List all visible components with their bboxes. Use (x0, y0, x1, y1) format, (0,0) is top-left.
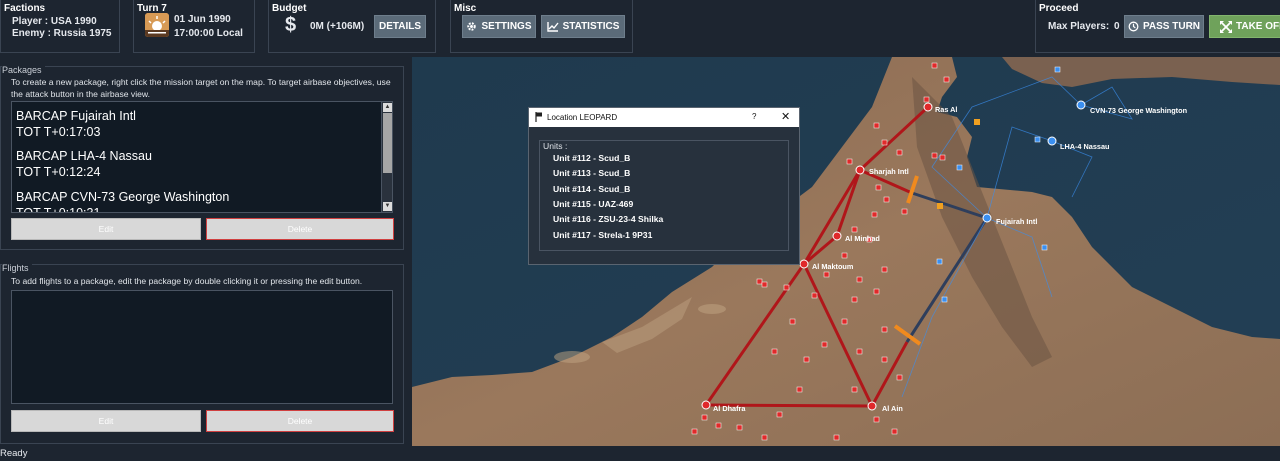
dollar-icon: $ (285, 14, 297, 36)
take-off-button[interactable]: TAKE OFF (1209, 15, 1280, 38)
airbase-al-ain[interactable] (867, 401, 877, 411)
flight-delete-button[interactable]: Delete (206, 410, 394, 432)
left-panel: Packages To create a new package, right … (0, 57, 410, 447)
flights-hint: To add flights to a package, edit the pa… (11, 276, 363, 286)
dialog-title: Location LEOPARD (547, 113, 618, 122)
max-players-value: 0 (1114, 21, 1120, 32)
top-bar: Factions Player : USA 1990 Enemy : Russi… (0, 0, 1280, 57)
label-al-minhad: Al Minhad (845, 234, 880, 243)
label-fujairah: Fujairah Intl (996, 217, 1037, 226)
packages-scrollbar[interactable]: ▲ ▼ (381, 102, 392, 212)
statistics-label: STATISTICS (562, 21, 620, 32)
airbase-fujairah[interactable] (982, 213, 992, 223)
label-cvn-73: CVN-73 George Washington (1090, 106, 1187, 115)
sunset-icon (145, 13, 169, 37)
unit-row: Unit #115 - UAZ-469 (553, 199, 634, 209)
carrier-cvn-73[interactable] (1076, 100, 1086, 110)
unit-row: Unit #112 - Scud_B (553, 153, 631, 163)
pass-turn-button[interactable]: PASS TURN (1124, 15, 1204, 38)
island (698, 304, 726, 314)
flights-list[interactable] (11, 290, 393, 404)
package-tot: TOT T+0:12:24 (16, 165, 101, 179)
flights-section: Flights To add flights to a package, edi… (0, 263, 404, 444)
factions-title: Factions (4, 3, 46, 14)
label-al-maktoum: Al Maktoum (812, 262, 854, 271)
scroll-thumb[interactable] (383, 113, 392, 173)
unit-row: Unit #116 - ZSU-23-4 Shilka (553, 214, 664, 224)
label-al-ain: Al Ain (882, 404, 903, 413)
turn-time: 17:00:00 Local (174, 28, 243, 39)
factions-group: Factions Player : USA 1990 Enemy : Russi… (0, 0, 120, 53)
budget-title: Budget (272, 3, 307, 14)
gear-icon (466, 21, 477, 32)
status-bar: Ready (0, 448, 28, 459)
packages-section: Packages To create a new package, right … (0, 65, 404, 250)
package-name: BARCAP CVN-73 George Washington (16, 190, 230, 204)
unit-row: Unit #113 - Scud_B (553, 168, 631, 178)
settings-button[interactable]: SETTINGS (462, 15, 536, 38)
flights-title: Flights (2, 263, 32, 273)
chart-icon (546, 21, 559, 32)
list-item[interactable]: BARCAP Fujairah Intl TOT T+0:17:03 (16, 108, 136, 140)
misc-title: Misc (454, 3, 477, 14)
island (554, 351, 590, 363)
airbase-al-maktoum[interactable] (799, 259, 809, 269)
packages-list[interactable]: BARCAP Fujairah Intl TOT T+0:17:03 BARCA… (11, 101, 393, 213)
scroll-down-icon[interactable]: ▼ (383, 202, 392, 211)
label-ras-al: Ras Al (935, 105, 957, 114)
takeoff-icon (1220, 20, 1232, 33)
flight-edit-button[interactable]: Edit (11, 410, 201, 432)
packages-hint: To create a new package, right click the… (11, 77, 391, 99)
scroll-up-icon[interactable]: ▲ (383, 103, 392, 112)
package-delete-button[interactable]: Delete (206, 218, 394, 240)
label-al-dhafra: Al Dhafra (713, 404, 746, 413)
unit-row: Unit #114 - Scud_B (553, 184, 631, 194)
take-off-label: TAKE OFF (1236, 21, 1280, 32)
statistics-button[interactable]: STATISTICS (541, 15, 625, 38)
turn-date: 01 Jun 1990 (174, 14, 231, 25)
units-title: Units : (543, 141, 568, 151)
label-lha-4: LHA-4 Nassau (1060, 142, 1109, 151)
edit-label: Edit (98, 416, 114, 426)
list-item[interactable]: BARCAP CVN-73 George Washington TOT T+0:… (16, 189, 230, 213)
airbase-sharjah[interactable] (855, 165, 865, 175)
help-icon[interactable]: ? (752, 112, 756, 121)
max-players-label: Max Players: (1048, 21, 1110, 32)
dialog-titlebar[interactable]: Location LEOPARD ? ✕ (529, 108, 799, 127)
close-icon[interactable]: ✕ (781, 110, 790, 123)
proceed-title: Proceed (1039, 3, 1079, 14)
settings-label: SETTINGS (481, 21, 532, 32)
packages-title: Packages (2, 65, 45, 75)
edit-label: Edit (98, 224, 114, 234)
enemy-faction: Enemy : Russia 1975 (12, 28, 112, 39)
list-item[interactable]: BARCAP LHA-4 Nassau TOT T+0:12:24 (16, 148, 152, 180)
package-name: BARCAP Fujairah Intl (16, 109, 136, 123)
delete-label: Delete (287, 416, 313, 426)
delete-label: Delete (287, 224, 313, 234)
package-tot: TOT T+0:10:31 (16, 206, 101, 213)
airbase-al-dhafra[interactable] (701, 400, 711, 410)
airbase-ras-al[interactable] (923, 102, 933, 112)
package-name: BARCAP LHA-4 Nassau (16, 149, 152, 163)
details-button[interactable]: DETAILS (374, 15, 426, 38)
package-tot: TOT T+0:17:03 (16, 125, 101, 139)
details-label: DETAILS (378, 21, 422, 32)
player-faction: Player : USA 1990 (12, 16, 97, 27)
location-dialog[interactable]: Location LEOPARD ? ✕ Units : Unit #112 -… (528, 107, 800, 265)
unit-row: Unit #117 - Strela-1 9P31 (553, 230, 653, 240)
pass-turn-label: PASS TURN (1142, 21, 1201, 32)
carrier-lha-4[interactable] (1047, 136, 1057, 146)
budget-value: 0M (+106M) (310, 21, 365, 32)
airbase-al-minhad[interactable] (832, 231, 842, 241)
package-edit-button[interactable]: Edit (11, 218, 201, 240)
label-sharjah: Sharjah Intl (869, 167, 909, 176)
flag-icon (535, 112, 543, 124)
clock-icon (1128, 21, 1139, 32)
